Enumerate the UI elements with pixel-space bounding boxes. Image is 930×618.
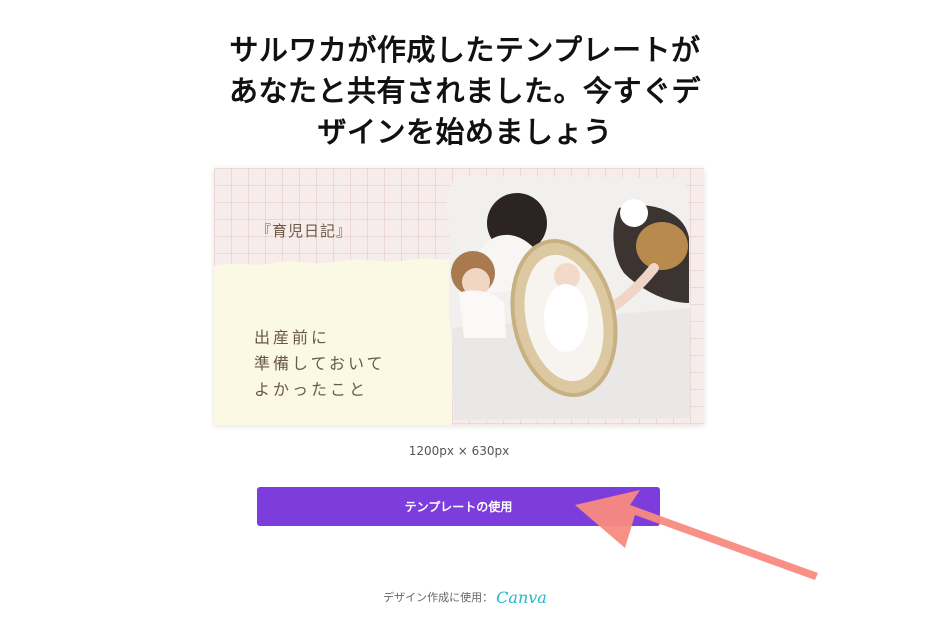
template-dimensions: 1200px × 630px <box>408 444 510 458</box>
footer: デザイン作成に使用： Canva <box>0 588 930 607</box>
preview-title: 『育児日記』 <box>256 222 353 240</box>
page-title: サルワカが作成したテンプレートが あなたと共有されました。今すぐデ ザインを始め… <box>190 30 740 153</box>
footer-text: デザイン作成に使用： <box>383 591 494 604</box>
template-preview-image[interactable]: 『育児日記』 出産前に 準備しておいて よかったこと <box>214 168 704 425</box>
photo-flower <box>620 199 648 227</box>
preview-subtitle-line-3: よかったこと <box>254 380 369 399</box>
preview-subtitle-line-2: 準備しておいて <box>254 354 386 373</box>
page-title-line-3: ザインを始めましょう <box>317 115 613 149</box>
photo-baby-body <box>544 284 588 352</box>
page-title-line-2: あなたと共有されました。今すぐデ <box>228 74 701 108</box>
use-template-button[interactable]: テンプレートの使用 <box>257 487 660 526</box>
canva-logo[interactable]: Canva <box>496 588 547 607</box>
page-title-line-1: サルワカが作成したテンプレートが <box>229 33 701 67</box>
preview-subtitle-line-1: 出産前に <box>254 328 331 347</box>
photo-mother-head <box>636 222 688 270</box>
share-template-page: サルワカが作成したテンプレートが あなたと共有されました。今すぐデ ザインを始め… <box>0 0 930 618</box>
preview-subtitle: 出産前に 準備しておいて よかったこと <box>254 325 386 403</box>
